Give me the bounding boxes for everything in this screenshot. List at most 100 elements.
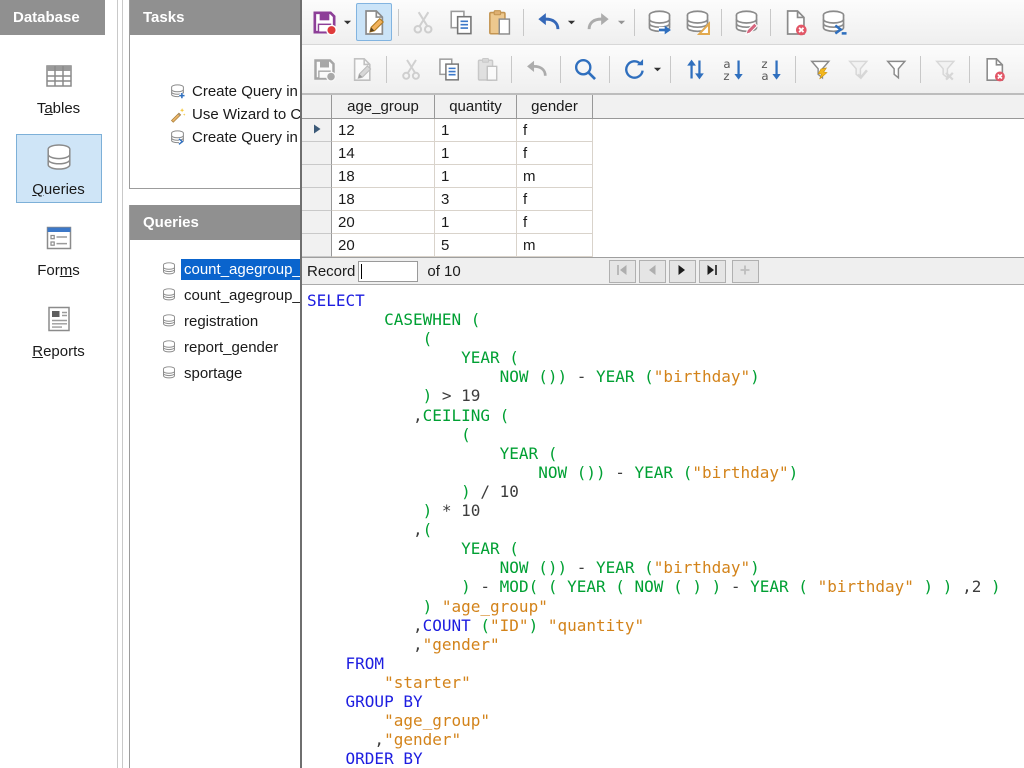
cell-quantity[interactable]: 1 (435, 165, 517, 188)
paste-button[interactable] (481, 3, 517, 41)
query-item[interactable]: sportage (130, 360, 300, 386)
clear-query-button[interactable] (777, 3, 813, 41)
cell-quantity[interactable]: 5 (435, 234, 517, 257)
edit-query-button[interactable] (728, 3, 764, 41)
table-data-toolbar: azza (302, 45, 1024, 95)
query-icon (161, 287, 177, 303)
cell-gender[interactable]: f (517, 188, 593, 211)
sql-line: NOW ()) - YEAR ("birthday") (307, 367, 1024, 386)
cell-gender[interactable]: f (517, 211, 593, 234)
refresh-button[interactable] (616, 50, 652, 88)
table-row: 201f (302, 211, 1024, 234)
record-number-input[interactable] (358, 261, 418, 282)
row-header[interactable] (302, 234, 332, 257)
row-header[interactable] (302, 165, 332, 188)
row-header[interactable] (302, 188, 332, 211)
copy-button[interactable] (443, 3, 479, 41)
sort-descending-icon: za (758, 56, 785, 83)
sort-button[interactable] (677, 50, 713, 88)
task-item[interactable]: Use Wizard to Cre (130, 103, 300, 126)
cell-quantity[interactable]: 1 (435, 142, 517, 165)
toolbar-separator (920, 56, 921, 83)
sql-editor[interactable]: SELECT CASEWHEN ( ( YEAR ( NOW ()) - YEA… (302, 286, 1024, 768)
next-record-button[interactable] (669, 260, 696, 283)
pane-splitter[interactable] (117, 0, 123, 768)
edit-data-button[interactable] (356, 3, 392, 41)
delete-record-button[interactable] (976, 50, 1012, 88)
cell-age_group[interactable]: 18 (332, 165, 435, 188)
save-button[interactable] (306, 3, 342, 41)
copy-data-button[interactable] (431, 50, 467, 88)
cell-gender[interactable]: m (517, 234, 593, 257)
sql-line: "age_group" (307, 711, 1024, 730)
active-row-marker-icon (313, 121, 321, 139)
find-record-button[interactable] (567, 50, 603, 88)
toolbar-separator (386, 56, 387, 83)
cell-age_group[interactable]: 18 (332, 188, 435, 211)
next-record-icon (675, 263, 689, 280)
edit-record-icon (349, 56, 376, 83)
save-dropdown[interactable] (343, 19, 352, 26)
query-item[interactable]: count_agegroup_ (130, 256, 300, 282)
column-header-quantity[interactable]: quantity (435, 95, 517, 118)
cell-age_group[interactable]: 12 (332, 119, 435, 142)
queries-panel-title: Queries (130, 205, 300, 240)
row-header[interactable] (302, 142, 332, 165)
undo-data-button (518, 50, 554, 88)
undo-dropdown[interactable] (567, 19, 576, 26)
cell-quantity[interactable]: 1 (435, 119, 517, 142)
sort-icon (682, 56, 709, 83)
task-item[interactable]: Create Query in S (130, 126, 300, 149)
autofilter-button[interactable] (802, 50, 838, 88)
cell-age_group[interactable]: 20 (332, 211, 435, 234)
last-record-button[interactable] (699, 260, 726, 283)
toolbar-separator (511, 56, 512, 83)
row-header[interactable] (302, 119, 332, 142)
query-item-label: report_gender (181, 337, 281, 358)
standard-filter-button[interactable] (878, 50, 914, 88)
sort-descending-button[interactable]: za (753, 50, 789, 88)
edit-record-button (344, 50, 380, 88)
column-header-age_group[interactable]: age_group (332, 95, 435, 118)
design-view-button[interactable] (679, 3, 715, 41)
undo-button[interactable] (530, 3, 566, 41)
last-record-icon (705, 263, 719, 280)
cell-quantity[interactable]: 1 (435, 211, 517, 234)
toolbar-separator (523, 9, 524, 36)
cell-gender[interactable]: m (517, 165, 593, 188)
svg-text:a: a (761, 69, 768, 83)
main-toolbar (302, 0, 1024, 45)
sidebar-item-forms[interactable]: Forms (16, 215, 102, 284)
sidebar-item-queries[interactable]: Queries (16, 134, 102, 203)
redo-dropdown[interactable] (617, 19, 626, 26)
toolbar-separator (670, 56, 671, 83)
grid-corner-cell[interactable] (302, 95, 332, 118)
column-header-gender[interactable]: gender (517, 95, 593, 118)
sidebar-item-tables[interactable]: Tables (16, 53, 102, 122)
new-record-icon (738, 263, 752, 280)
run-query-button[interactable] (641, 3, 677, 41)
sql-mode-button[interactable] (815, 3, 851, 41)
cell-quantity[interactable]: 3 (435, 188, 517, 211)
task-item[interactable]: Create Query in D (130, 80, 300, 103)
result-grid: age_groupquantitygender 121f141f181m183f… (302, 95, 1024, 257)
sql-line: ,COUNT ("ID") "quantity" (307, 616, 1024, 635)
row-header[interactable] (302, 211, 332, 234)
toolbar-separator (721, 9, 722, 36)
toolbar-separator (795, 56, 796, 83)
sidebar-item-reports[interactable]: Reports (16, 296, 102, 365)
cell-age_group[interactable]: 20 (332, 234, 435, 257)
cell-gender[interactable]: f (517, 119, 593, 142)
grid-body: 121f141f181m183f201f205m (302, 119, 1024, 257)
cell-gender[interactable]: f (517, 142, 593, 165)
query-item[interactable]: count_agegroup_ (130, 282, 300, 308)
reset-filter-icon (932, 56, 959, 83)
query-item[interactable]: report_gender (130, 334, 300, 360)
refresh-dropdown[interactable] (653, 66, 662, 73)
sort-ascending-button[interactable]: az (715, 50, 751, 88)
database-pane-title: Database (0, 0, 105, 35)
sql-line: ,"gender" (307, 635, 1024, 654)
cell-age_group[interactable]: 14 (332, 142, 435, 165)
sql-line: ) * 10 (307, 501, 1024, 520)
query-item[interactable]: registration (130, 308, 300, 334)
